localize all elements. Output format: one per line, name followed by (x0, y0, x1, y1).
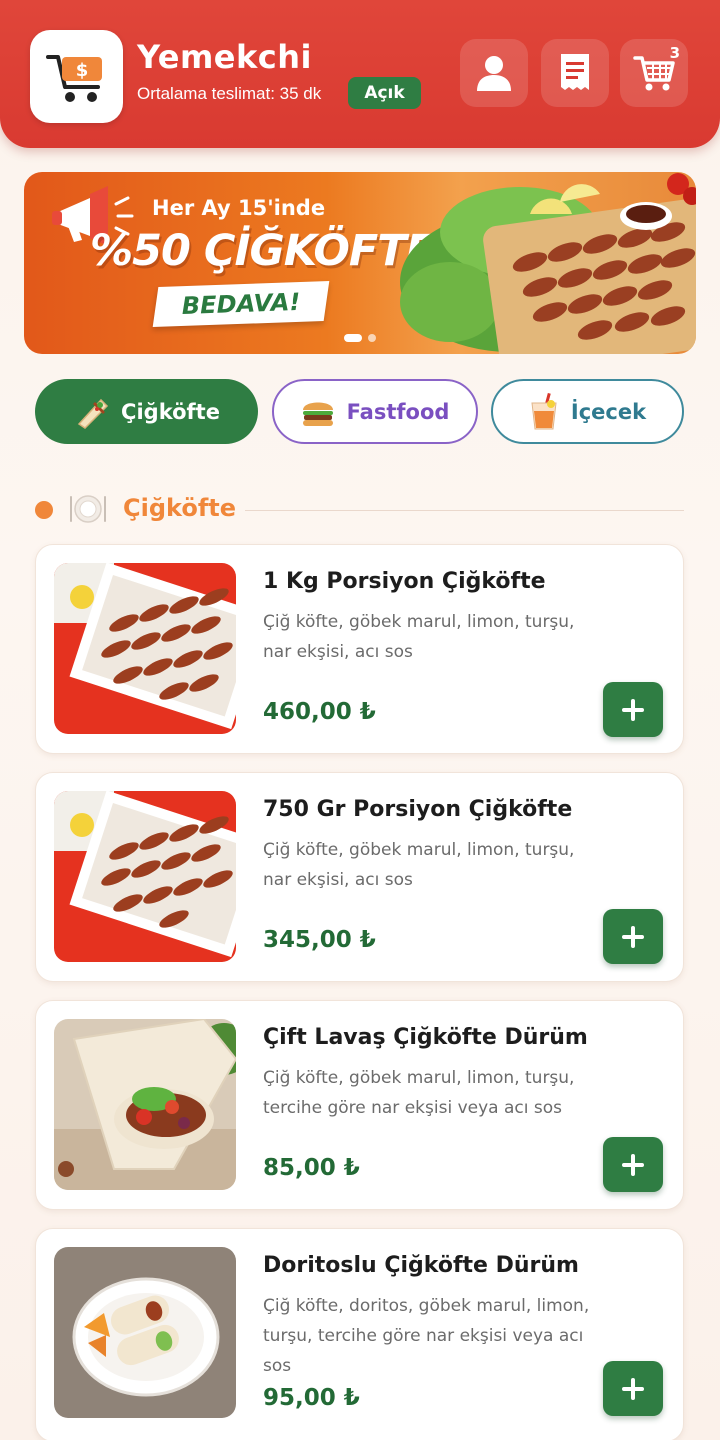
svg-text:$: $ (75, 60, 88, 81)
product-description: Çiğ köfte, doritos, göbek marul, limon, … (263, 1296, 590, 1376)
product-card[interactable]: 750 Gr Porsiyon Çiğköfte Çiğ köfte, göbe… (35, 772, 684, 982)
tab-icecek[interactable]: İçecek (491, 379, 684, 444)
product-description: Çiğ köfte, göbek marul, limon, turşu, na… (263, 840, 575, 890)
tab-label: İçecek (570, 399, 647, 424)
app-logo[interactable]: $ (30, 30, 123, 123)
add-to-cart-button[interactable] (603, 1361, 663, 1416)
banner-ribbon: BEDAVA! (152, 281, 330, 327)
banner-title: %50 ÇİĞKÖFTE (90, 226, 435, 276)
product-price: 345,00 ₺ (263, 927, 376, 953)
product-image (54, 1019, 236, 1190)
product-name: 1 Kg Porsiyon Çiğköfte (263, 569, 546, 594)
receipt-icon (561, 54, 589, 90)
plus-icon (622, 1153, 644, 1176)
product-card[interactable]: Çift Lavaş Çiğköfte Dürüm Çiğ köfte, göb… (35, 1000, 684, 1210)
plate-icon (70, 495, 106, 523)
banner-ribbon-text: BEDAVA! (181, 288, 301, 320)
profile-button[interactable] (460, 39, 528, 107)
section-bullet (35, 501, 53, 519)
tab-label: Fastfood (346, 399, 450, 424)
product-name: 750 Gr Porsiyon Çiğköfte (263, 797, 573, 822)
product-card[interactable]: 1 Kg Porsiyon Çiğköfte Çiğ köfte, göbek … (35, 544, 684, 754)
section-divider (245, 510, 684, 511)
user-icon (477, 56, 511, 91)
orders-button[interactable] (541, 39, 609, 107)
promo-banner[interactable]: Her Ay 15'inde %50 ÇİĞKÖFTE BEDAVA! (24, 172, 696, 354)
app-title: Yemekchi (137, 38, 312, 76)
product-price: 85,00 ₺ (263, 1155, 360, 1181)
product-description: Çiğ köfte, göbek marul, limon, turşu, na… (263, 612, 575, 662)
plus-icon (622, 1377, 644, 1400)
banner-subtitle: Her Ay 15'inde (152, 196, 326, 220)
add-to-cart-button[interactable] (603, 682, 663, 737)
burger-icon (302, 402, 333, 426)
wrap-icon (77, 398, 109, 429)
product-price: 95,00 ₺ (263, 1385, 360, 1411)
app-header: $ Yemekchi Ortalama teslimat: 35 dk Açık… (0, 0, 720, 148)
plus-icon (622, 925, 644, 948)
drink-icon (531, 392, 557, 429)
product-image (54, 791, 236, 962)
product-name: Çift Lavaş Çiğköfte Dürüm (263, 1025, 588, 1050)
tab-label: Çiğköfte (121, 399, 220, 424)
tab-fastfood[interactable]: Fastfood (272, 379, 478, 444)
product-image (54, 1247, 236, 1418)
cart-count-badge: 3 (669, 44, 680, 62)
add-to-cart-button[interactable] (603, 1137, 663, 1192)
product-card[interactable]: Doritoslu Çiğköfte Dürüm Çiğ köfte, dori… (35, 1228, 684, 1440)
delivery-time: Ortalama teslimat: 35 dk (137, 84, 322, 103)
status-badge: Açık (348, 77, 421, 109)
product-image (54, 563, 236, 734)
cigkofte-platter-image (400, 173, 696, 354)
product-description: Çiğ köfte, göbek marul, limon, turşu, te… (263, 1068, 575, 1118)
cart-dollar-icon: $ (45, 54, 102, 102)
carousel-dot[interactable] (368, 334, 376, 342)
carousel-dot-active[interactable] (344, 334, 362, 342)
add-to-cart-button[interactable] (603, 909, 663, 964)
section-title: Çiğköfte (123, 494, 237, 522)
cart-button[interactable]: 3 (620, 39, 688, 107)
product-name: Doritoslu Çiğköfte Dürüm (263, 1253, 579, 1278)
plus-icon (622, 698, 644, 721)
product-price: 460,00 ₺ (263, 699, 376, 725)
tab-cigkofte[interactable]: Çiğköfte (35, 379, 258, 444)
